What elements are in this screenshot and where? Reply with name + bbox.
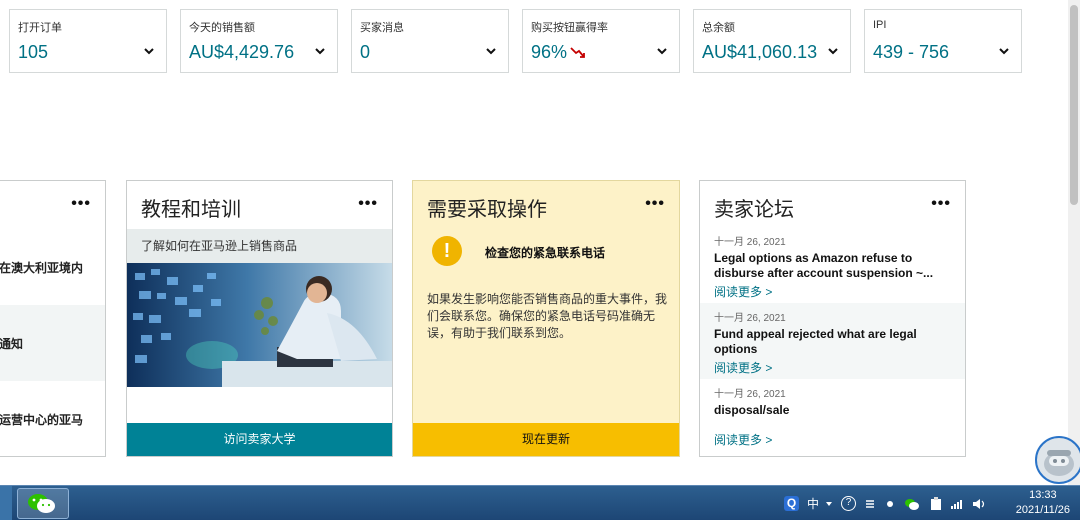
language-indicator[interactable]: 中	[807, 495, 819, 512]
volume-icon[interactable]	[972, 498, 986, 510]
wechat-tray-icon[interactable]	[904, 497, 920, 511]
seller-forum-card: 卖家论坛 ••• 十一月 26, 2021 Legal options as A…	[699, 180, 966, 457]
metric-label: 买家消息	[360, 22, 404, 34]
wechat-taskbar-button[interactable]	[17, 488, 69, 519]
clock-time: 13:33	[1029, 489, 1057, 501]
caret-down-icon[interactable]	[825, 500, 833, 508]
news-item-text: 通知	[0, 337, 24, 352]
metric-buy-box-rate[interactable]: 购买按钮赢得率 96%	[522, 9, 680, 73]
chevron-down-icon[interactable]	[142, 44, 156, 58]
system-tray: Q 中 ?	[784, 486, 986, 520]
person-at-laptop-illustration	[127, 263, 392, 387]
chevron-down-icon[interactable]	[313, 44, 327, 58]
network-signal-icon[interactable]	[950, 498, 964, 510]
post-date: 十一月 26, 2021	[714, 313, 786, 324]
post-title[interactable]: Legal options as Amazon refuse to disbur…	[714, 251, 949, 281]
notification-icon[interactable]	[884, 498, 896, 510]
metric-total-balance[interactable]: 总余额 AU$41,060.13	[693, 9, 851, 73]
tutorial-subtitle[interactable]: 了解如何在亚马逊上销售商品	[127, 229, 392, 263]
metric-label: 今天的销售额	[189, 22, 255, 34]
more-options-button[interactable]: •••	[931, 195, 951, 213]
chevron-down-icon[interactable]	[484, 44, 498, 58]
read-more-link[interactable]: 阅读更多 >	[714, 283, 965, 300]
update-now-button[interactable]: 现在更新	[413, 423, 679, 456]
read-more-link[interactable]: 阅读更多 >	[714, 431, 965, 448]
metric-value: AU$41,060.13	[702, 42, 818, 62]
action-required-card: 需要采取操作 ••• ! 检查您的紧急联系电话 如果发生影响您能否销售商品的重大…	[412, 180, 680, 457]
more-options-button[interactable]: •••	[71, 195, 91, 213]
metric-value: 105	[18, 42, 49, 62]
card-title: 需要采取操作	[427, 199, 547, 221]
action-heading: 检查您的紧急联系电话	[485, 246, 606, 260]
taskbar: Q 中 ? 13:33 2021/11/26	[0, 485, 1080, 520]
metric-label: 打开订单	[18, 22, 62, 34]
more-options-button[interactable]: •••	[358, 195, 378, 213]
card-title: 教程和培训	[141, 199, 241, 221]
metric-value: 96%	[531, 42, 568, 62]
forum-post[interactable]: 十一月 26, 2021 Legal options as Amazon ref…	[700, 227, 965, 301]
metric-value-wrap: 96%	[531, 42, 586, 63]
news-item-text: 在澳大利亚境内	[0, 261, 84, 276]
chevron-down-icon[interactable]	[655, 44, 669, 58]
vertical-scrollbar[interactable]	[1068, 0, 1080, 485]
trend-down-icon	[570, 47, 585, 59]
chevron-down-icon[interactable]	[826, 44, 840, 58]
metric-value: AU$4,429.76	[189, 42, 295, 62]
exclamation-icon: !	[432, 236, 462, 266]
clipboard-icon[interactable]	[930, 496, 942, 511]
forum-post[interactable]: 十一月 26, 2021 Fund appeal rejected what a…	[700, 303, 965, 379]
metric-value: 439 - 756	[873, 42, 950, 62]
metric-open-orders[interactable]: 打开订单 105	[9, 9, 167, 73]
read-more-link[interactable]: 阅读更多 >	[714, 359, 965, 376]
metric-label: 总余额	[702, 22, 735, 34]
post-title[interactable]: disposal/sale	[714, 403, 949, 429]
news-card-partial: ••• 在澳大利亚境内 通知 运营中心的亚马	[0, 180, 106, 457]
post-title[interactable]: Fund appeal rejected what are legal opti…	[714, 327, 949, 357]
metric-label: IPI	[873, 19, 887, 31]
card-title: 卖家论坛	[714, 199, 794, 221]
list-item[interactable]: 在澳大利亚境内	[0, 229, 105, 305]
system-clock[interactable]: 13:33 2021/11/26	[1016, 488, 1070, 518]
scrollbar-thumb[interactable]	[1070, 5, 1078, 205]
help-icon[interactable]: ?	[841, 496, 857, 511]
tutorial-image[interactable]	[127, 263, 392, 387]
settings-small-icon[interactable]	[864, 498, 876, 510]
list-item[interactable]: 通知	[0, 305, 105, 381]
assistant-avatar-button[interactable]	[1035, 436, 1080, 484]
metric-buyer-messages[interactable]: 买家消息 0	[351, 9, 509, 73]
metric-ipi[interactable]: IPI 439 - 756	[864, 9, 1022, 73]
robot-avatar-icon	[1044, 450, 1074, 476]
wechat-icon	[28, 494, 55, 513]
action-body: 如果发生影响您能否销售商品的重大事件，我们会联系您。确保您的紧急电话号码准确无误…	[427, 292, 668, 340]
input-method-q[interactable]: Q	[784, 496, 799, 511]
forum-post[interactable]: 十一月 26, 2021 disposal/sale 阅读更多 >	[700, 379, 965, 455]
more-options-button[interactable]: •••	[645, 195, 665, 213]
chevron-down-icon[interactable]	[997, 44, 1011, 58]
post-date: 十一月 26, 2021	[714, 389, 786, 400]
metric-today-sales[interactable]: 今天的销售额 AU$4,429.76	[180, 9, 338, 73]
start-button[interactable]	[0, 486, 12, 520]
clock-date: 2021/11/26	[1015, 504, 1070, 516]
list-item[interactable]: 运营中心的亚马	[0, 381, 105, 456]
post-date: 十一月 26, 2021	[714, 237, 786, 248]
visit-seller-university-button[interactable]: 访问卖家大学	[127, 423, 392, 456]
tutorial-card: 教程和培训 ••• 了解如何在亚马逊上销售商品 访问卖家大学	[126, 180, 393, 457]
metric-value: 0	[360, 42, 371, 62]
metric-label: 购买按钮赢得率	[531, 22, 608, 34]
news-item-text: 运营中心的亚马	[0, 413, 84, 428]
